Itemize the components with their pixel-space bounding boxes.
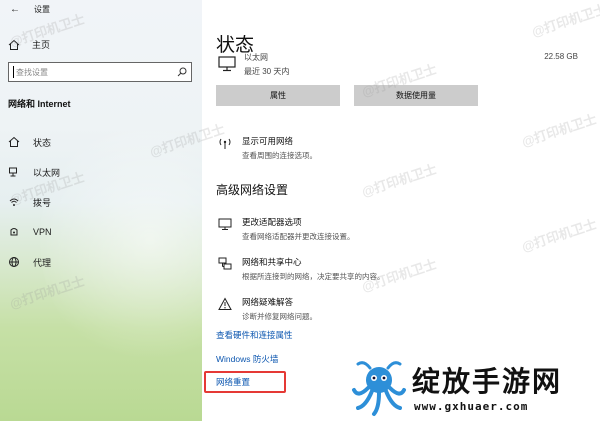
ethernet-icon bbox=[9, 167, 17, 177]
window-title-bar: ← 设置 bbox=[10, 4, 50, 15]
sidebar-home[interactable]: 主页 bbox=[8, 38, 50, 51]
ethernet-name: 以太网 bbox=[244, 53, 268, 62]
sidebar-item-label: 代理 bbox=[33, 257, 52, 268]
warning-icon bbox=[218, 297, 232, 310]
windows-firewall-link[interactable]: Windows 防火墙 bbox=[216, 353, 278, 365]
desktop-pc-icon bbox=[218, 56, 236, 72]
option-desc: 查看网络适配器并更改连接设置。 bbox=[242, 232, 355, 241]
usage-amount: 22.58 GB bbox=[544, 52, 578, 61]
data-usage-button[interactable]: 数据使用量 bbox=[354, 85, 478, 106]
network-share-icon bbox=[218, 257, 232, 270]
sidebar-section-title: 网络和 Internet bbox=[8, 99, 71, 109]
option-title: 网络疑难解答 bbox=[242, 297, 294, 307]
sidebar-item-ethernet[interactable]: 以太网 bbox=[0, 157, 202, 187]
dialup-icon bbox=[9, 198, 19, 206]
window-title: 设置 bbox=[34, 5, 50, 14]
globe-icon bbox=[9, 257, 19, 267]
adapter-monitor-icon bbox=[218, 218, 232, 230]
search-icon[interactable] bbox=[177, 67, 187, 77]
advanced-settings-heading: 高级网络设置 bbox=[216, 183, 289, 197]
antenna-icon bbox=[219, 138, 231, 149]
usage-period: 最近 30 天内 bbox=[244, 67, 290, 76]
sidebar-item-proxy[interactable]: 代理 bbox=[0, 247, 202, 277]
option-desc: 诊断并修复网络问题。 bbox=[242, 312, 317, 321]
sidebar-item-dialup[interactable]: 拨号 bbox=[0, 187, 202, 217]
option-desc: 查看周围的连接选项。 bbox=[242, 151, 317, 160]
sidebar-item-label: 以太网 bbox=[33, 167, 61, 178]
sidebar: ← 设置 主页 网络和 Internet 状态 以太网 bbox=[0, 0, 202, 421]
sidebar-item-label: 拨号 bbox=[33, 197, 52, 208]
network-reset-link[interactable]: 网络重置 bbox=[216, 376, 250, 388]
vpn-icon bbox=[10, 228, 18, 236]
sidebar-item-label: VPN bbox=[33, 227, 52, 237]
back-arrow-icon[interactable]: ← bbox=[10, 4, 20, 15]
sidebar-home-label: 主页 bbox=[32, 40, 51, 50]
option-title: 显示可用网络 bbox=[242, 136, 294, 146]
network-troubleshooter[interactable]: 网络疑难解答 诊断并修复网络问题。 bbox=[218, 296, 317, 322]
brand-name: 绽放手游网 bbox=[412, 366, 563, 397]
network-sharing-center[interactable]: 网络和共享中心 根据所连接到的网络，决定要共享的内容。 bbox=[218, 256, 385, 282]
brand-watermark: 绽放手游网 www.gxhuaer.com bbox=[350, 356, 600, 421]
properties-button[interactable]: 属性 bbox=[216, 85, 340, 106]
search-box[interactable] bbox=[8, 62, 192, 82]
show-available-networks[interactable]: 显示可用网络 查看周围的连接选项。 bbox=[218, 135, 317, 161]
sidebar-item-label: 状态 bbox=[33, 137, 52, 148]
brand-url: www.gxhuaer.com bbox=[414, 400, 529, 413]
sidebar-item-status[interactable]: 状态 bbox=[0, 127, 202, 157]
option-title: 更改适配器选项 bbox=[242, 217, 302, 227]
search-input[interactable] bbox=[16, 67, 177, 77]
hardware-properties-link[interactable]: 查看硬件和连接属性 bbox=[216, 329, 293, 341]
home-icon bbox=[8, 39, 20, 50]
sidebar-item-vpn[interactable]: VPN bbox=[0, 217, 202, 247]
option-desc: 根据所连接到的网络，决定要共享的内容。 bbox=[242, 272, 385, 281]
home-icon bbox=[8, 136, 20, 147]
octopus-logo-icon bbox=[352, 361, 406, 416]
option-title: 网络和共享中心 bbox=[242, 257, 302, 267]
change-adapter-options[interactable]: 更改适配器选项 查看网络适配器并更改连接设置。 bbox=[218, 216, 355, 242]
sidebar-nav: 状态 以太网 拨号 VPN 代理 bbox=[0, 127, 202, 277]
ethernet-usage-row: 以太网 最近 30 天内 22.58 GB bbox=[218, 52, 588, 80]
text-cursor bbox=[13, 66, 14, 78]
